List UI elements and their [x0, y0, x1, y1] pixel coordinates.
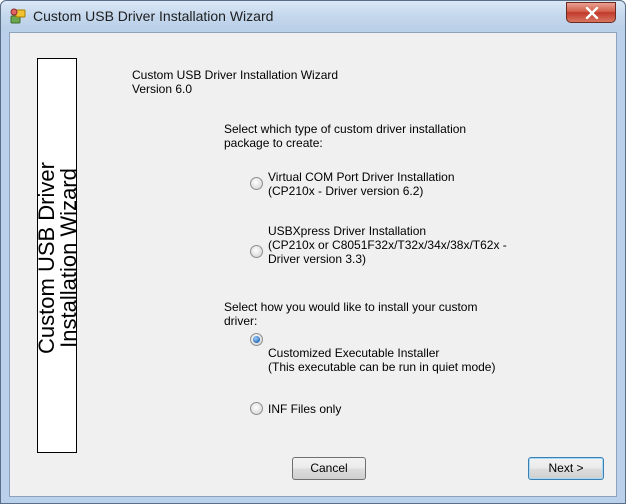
vcp-driver-radio[interactable]	[250, 177, 263, 190]
wizard-client-area: Custom USB Driver Installation Wizard Cu…	[9, 32, 617, 497]
executable-installer-radio[interactable]	[250, 333, 263, 346]
close-button[interactable]	[566, 2, 616, 23]
side-banner-text: Custom USB Driver Installation Wizard	[34, 56, 81, 460]
wizard-window: Custom USB Driver Installation Wizard Cu…	[0, 0, 626, 504]
usbxpress-label-line-3[interactable]: Driver version 3.3)	[268, 252, 366, 266]
package-prompt-line-2: package to create:	[224, 136, 323, 150]
close-icon	[585, 7, 599, 19]
executable-installer-label-line-2[interactable]: (This executable can be run in quiet mod…	[268, 360, 495, 374]
cancel-button[interactable]: Cancel	[292, 457, 366, 480]
inf-files-label[interactable]: INF Files only	[268, 402, 341, 416]
side-banner-line-1: Custom USB Driver	[34, 162, 59, 354]
usb-wizard-icon	[9, 7, 27, 25]
usbxpress-label-line-2[interactable]: (CP210x or C8051F32x/T32x/34x/38x/T62x -	[268, 238, 507, 252]
install-prompt-line-1: Select how you would like to install you…	[224, 300, 478, 314]
usbxpress-driver-radio[interactable]	[250, 245, 263, 258]
side-banner: Custom USB Driver Installation Wizard	[34, 58, 81, 453]
version-label: Version 6.0	[132, 82, 193, 96]
app-name: Custom USB Driver Installation Wizard	[132, 68, 339, 82]
next-button[interactable]: Next >	[528, 457, 604, 480]
side-banner-line-2: Installation Wizard	[56, 168, 81, 348]
window-title: Custom USB Driver Installation Wizard	[33, 8, 274, 24]
vcp-driver-label-line-1[interactable]: Virtual COM Port Driver Installation	[268, 170, 455, 184]
package-prompt-line-1: Select which type of custom driver insta…	[224, 122, 467, 136]
executable-installer-label-line-1[interactable]: Customized Executable Installer	[268, 346, 439, 360]
inf-files-radio[interactable]	[250, 402, 263, 415]
vcp-driver-label-line-2[interactable]: (CP210x - Driver version 6.2)	[268, 184, 423, 198]
usbxpress-label-line-1[interactable]: USBXpress Driver Installation	[268, 224, 426, 238]
install-prompt-line-2: driver:	[224, 314, 258, 328]
title-bar[interactable]: Custom USB Driver Installation Wizard	[1, 1, 625, 31]
